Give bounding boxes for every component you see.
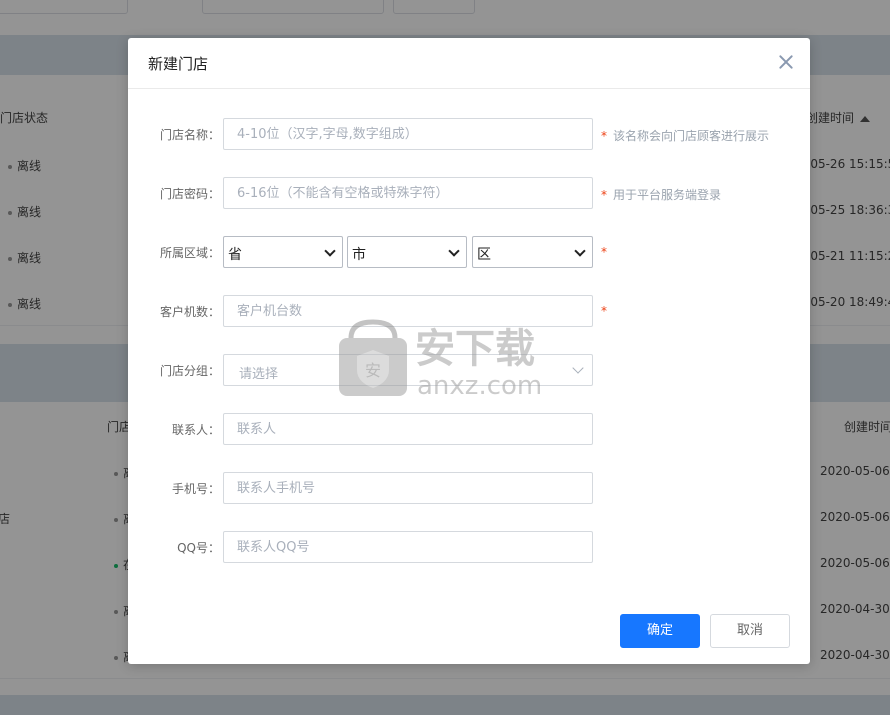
- district-value: 区: [477, 247, 491, 263]
- store-name-hint: 该名称会向门店顾客进行展示: [613, 129, 770, 143]
- client-count-label: 客户机数：: [159, 305, 220, 319]
- store-password-label: 门店密码：: [159, 187, 220, 201]
- chevron-down-icon: [574, 245, 586, 257]
- store-name-input[interactable]: [223, 118, 593, 150]
- store-password-hint: 用于平台服务端登录: [613, 188, 722, 202]
- store-group-select[interactable]: 请选择: [223, 354, 593, 386]
- confirm-button[interactable]: 确定: [620, 614, 700, 648]
- store-password-input[interactable]: [223, 177, 593, 209]
- phone-input[interactable]: [223, 472, 593, 504]
- required-mark: *: [601, 245, 607, 259]
- city-select[interactable]: 市: [347, 236, 467, 268]
- cancel-button[interactable]: 取消: [710, 614, 790, 648]
- form-row-client-count: 客户机数： *: [128, 295, 810, 327]
- province-value: 省: [228, 247, 242, 263]
- dialog-title: 新建门店: [148, 55, 209, 73]
- required-mark: *: [601, 129, 607, 143]
- required-mark: *: [601, 304, 607, 318]
- store-group-placeholder: 请选择: [239, 367, 279, 382]
- new-store-dialog: 新建门店 门店名称： * 该名称会向门店顾客进行展示 门店密码： * 用于平台服务端…: [128, 38, 810, 664]
- province-select[interactable]: 省: [223, 236, 343, 268]
- form-row-store-password: 门店密码： * 用于平台服务端登录: [128, 177, 810, 209]
- close-icon[interactable]: [774, 50, 798, 74]
- form-row-region: 所属区域： 省 市 区 *: [128, 236, 810, 268]
- form-row-store-group: 门店分组： 请选择: [128, 354, 810, 386]
- form-row-qq: QQ号：: [128, 531, 810, 563]
- qq-input[interactable]: [223, 531, 593, 563]
- form-row-store-name: 门店名称： * 该名称会向门店顾客进行展示: [128, 118, 810, 150]
- district-select[interactable]: 区: [472, 236, 593, 268]
- contact-label: 联系人：: [171, 423, 220, 437]
- store-name-label: 门店名称：: [159, 128, 220, 142]
- qq-label: QQ号：: [177, 541, 220, 555]
- required-mark: *: [601, 188, 607, 202]
- chevron-down-icon: [448, 245, 460, 257]
- city-value: 市: [352, 247, 366, 263]
- client-count-input[interactable]: [223, 295, 593, 327]
- dialog-header: 新建门店: [128, 38, 810, 89]
- form-row-phone: 手机号：: [128, 472, 810, 504]
- chevron-down-icon: [572, 362, 584, 374]
- phone-label: 手机号：: [171, 482, 220, 496]
- form-row-contact: 联系人：: [128, 413, 810, 445]
- store-group-label: 门店分组：: [159, 364, 220, 378]
- region-label: 所属区域：: [159, 246, 220, 260]
- chevron-down-icon: [324, 245, 336, 257]
- contact-input[interactable]: [223, 413, 593, 445]
